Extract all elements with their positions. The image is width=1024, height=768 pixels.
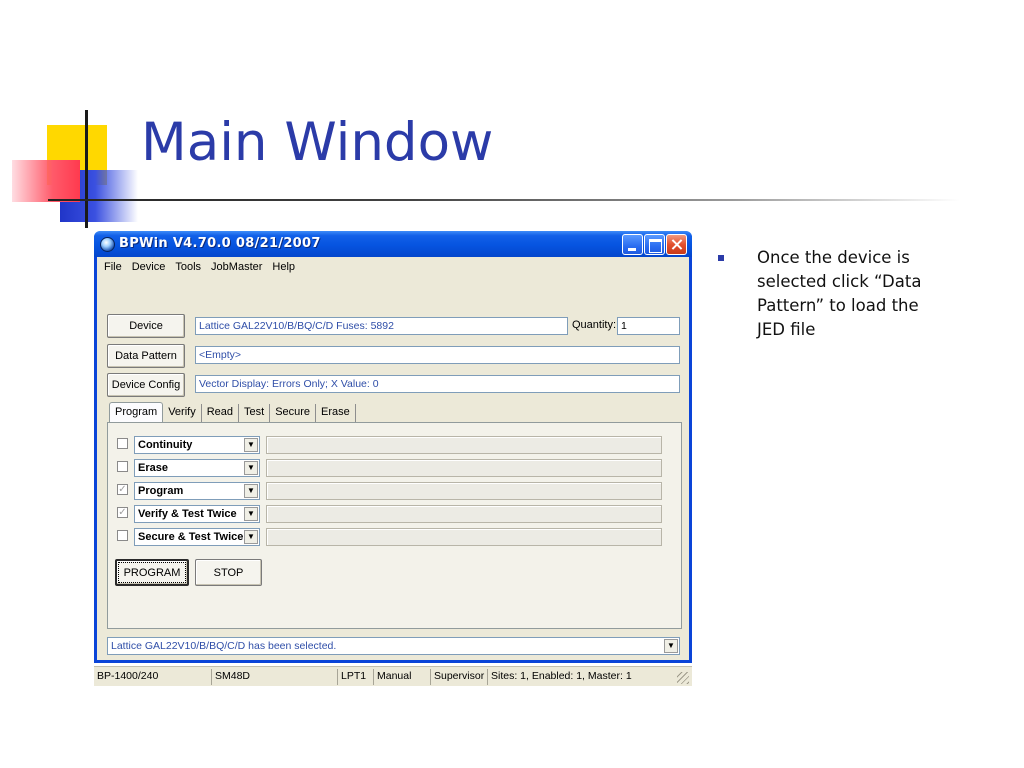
window-client: File Device Tools JobMaster Help Device … [94,257,692,686]
window-titlebar[interactable]: BPWin V4.70.0 08/21/2007 [94,231,692,257]
operation-row: Secure & Test Twice ▼ [108,527,681,547]
operation-row: Erase ▼ [108,458,681,478]
window-title: BPWin V4.70.0 08/21/2007 [119,236,321,251]
status-socket: SM48D [212,669,338,685]
chevron-down-icon[interactable]: ▼ [244,530,258,544]
erase-checkbox[interactable] [117,461,128,472]
secure-select[interactable]: Secure & Test Twice ▼ [134,528,260,546]
quantity-field[interactable]: 1 [617,317,680,335]
data-pattern-field: <Empty> [195,346,680,364]
maximize-button[interactable] [644,234,665,255]
bullet-text: Once the device is selected click “Data … [757,248,922,339]
message-text: Lattice GAL22V10/B/BQ/C/D has been selec… [111,640,337,652]
status-mode: Manual [374,669,431,685]
device-info-field: Lattice GAL22V10/B/BQ/C/D Fuses: 5892 [195,317,568,335]
menu-device[interactable]: Device [127,261,171,273]
device-config-field: Vector Display: Errors Only; X Value: 0 [195,375,680,393]
erase-select[interactable]: Erase ▼ [134,459,260,477]
verify-progress [266,505,662,523]
status-user: Supervisor [431,669,488,685]
tab-strip: Program Verify Read Test Secure Erase [109,402,356,424]
decor-red-block [12,160,80,202]
operation-row: ✓ Program ▼ [108,481,681,501]
message-select[interactable]: Lattice GAL22V10/B/BQ/C/D has been selec… [107,637,680,655]
menu-file[interactable]: File [99,261,127,273]
close-button[interactable] [666,234,687,255]
menubar: File Device Tools JobMaster Help [97,257,689,276]
device-config-button[interactable]: Device Config [107,373,185,397]
menu-tools[interactable]: Tools [170,261,206,273]
program-progress [266,482,662,500]
status-model: BP-1400/240 [94,669,212,685]
chevron-down-icon[interactable]: ▼ [244,484,258,498]
menu-jobmaster[interactable]: JobMaster [206,261,267,273]
continuity-checkbox[interactable] [117,438,128,449]
operation-row: Continuity ▼ [108,435,681,455]
chevron-down-icon[interactable]: ▼ [244,507,258,521]
stop-button[interactable]: STOP [195,559,262,586]
tab-test[interactable]: Test [239,404,271,424]
data-pattern-button[interactable]: Data Pattern [107,344,185,368]
quantity-label: Quantity: [572,319,617,331]
menu-help[interactable]: Help [267,261,300,273]
status-sites: Sites: 1, Enabled: 1, Master: 1 [491,670,632,682]
minimize-button[interactable] [622,234,643,255]
operation-row: ✓ Verify & Test Twice ▼ [108,504,681,524]
slide-title: Main Window [141,112,494,173]
verify-checkbox[interactable]: ✓ [117,507,128,518]
erase-progress [266,459,662,477]
bpwin-window: BPWin V4.70.0 08/21/2007 File Device Too… [94,231,692,686]
status-port: LPT1 [338,669,374,685]
tab-verify[interactable]: Verify [163,404,202,424]
chevron-down-icon[interactable]: ▼ [244,438,258,452]
bullet-square-icon [718,255,724,261]
continuity-progress [266,436,662,454]
tab-read[interactable]: Read [202,404,239,424]
tab-program[interactable]: Program [109,402,164,424]
chevron-down-icon[interactable]: ▼ [244,461,258,475]
decor-horizontal-rule [48,199,960,201]
continuity-select[interactable]: Continuity ▼ [134,436,260,454]
program-checkbox[interactable]: ✓ [117,484,128,495]
secure-progress [266,528,662,546]
tab-erase[interactable]: Erase [316,404,356,424]
tab-secure[interactable]: Secure [270,404,317,424]
app-globe-icon [100,237,115,252]
decor-vertical-line [85,110,88,228]
bullet-list: Once the device is selected click “Data … [718,246,943,342]
verify-select[interactable]: Verify & Test Twice ▼ [134,505,260,523]
resize-grip-icon[interactable] [677,672,689,684]
secure-checkbox[interactable] [117,530,128,541]
program-select[interactable]: Program ▼ [134,482,260,500]
program-tab-panel: Continuity ▼ Erase ▼ ✓ Program ▼ ✓ Verify &… [107,422,682,629]
chevron-down-icon[interactable]: ▼ [664,639,678,653]
status-bar: BP-1400/240 SM48D LPT1 Manual Supervisor… [94,666,692,686]
device-button[interactable]: Device [107,314,185,338]
program-button[interactable]: PROGRAM [115,559,189,586]
